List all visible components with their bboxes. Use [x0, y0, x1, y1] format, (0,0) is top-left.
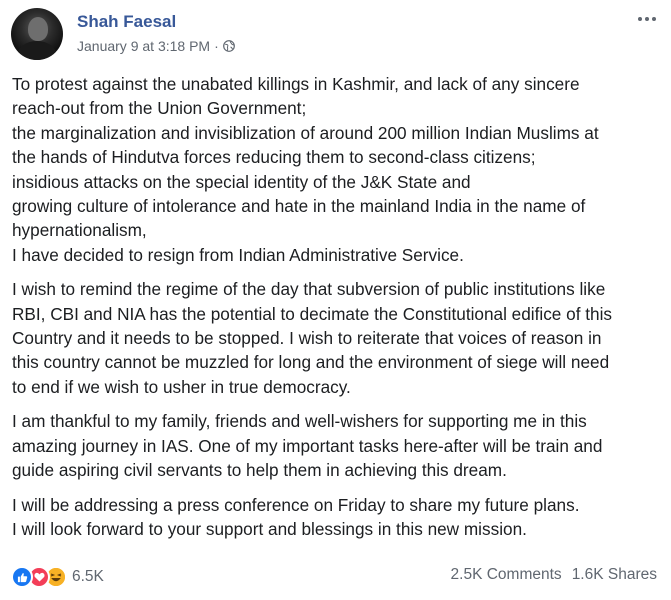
- heart-icon: [33, 572, 45, 582]
- more-dot: [638, 17, 642, 21]
- text-line: this country cannot be muzzled for long …: [12, 352, 610, 373]
- text-line: To protest against the unabated killings…: [12, 74, 580, 94]
- text-line: I wish to remind the regime of the day t…: [12, 279, 606, 300]
- shares-count-link[interactable]: 1.6K Shares: [572, 566, 657, 584]
- text-line: to end if we wish to usher in true democ…: [12, 376, 351, 397]
- thumbs-up-icon: [17, 572, 27, 582]
- text-line: reach-out from the Union Government;: [12, 98, 307, 119]
- globe-icon[interactable]: [222, 40, 235, 52]
- post-text: To protest against the unabated killings…: [12, 72, 662, 551]
- text-line: I will look forward to your support and …: [12, 518, 527, 539]
- text-line: guide aspiring civil servants to help th…: [12, 460, 507, 481]
- post-footer: 6.5K 2.5K Comments 1.6K Shares: [11, 566, 661, 590]
- reactions-summary[interactable]: 6.5K: [11, 566, 104, 588]
- facebook-post: Shah Faesal January 9 at 3:18 PM · To pr…: [0, 0, 671, 600]
- more-dot: [652, 17, 656, 21]
- text-line: I have decided to resign from Indian Adm…: [12, 244, 464, 265]
- author-name[interactable]: Shah Faesal: [77, 12, 176, 32]
- text-line: insidious attacks on the special identit…: [12, 171, 471, 192]
- avatar[interactable]: [11, 8, 63, 60]
- reactions-count: 6.5K: [72, 568, 104, 585]
- avatar-head: [28, 17, 48, 41]
- post-header: Shah Faesal January 9 at 3:18 PM ·: [11, 8, 661, 62]
- avatar-body: [17, 41, 57, 60]
- text-line: RBI, CBI and NIA has the potential to de…: [12, 303, 612, 324]
- text-line: amazing journey in IAS. One of my import…: [12, 435, 603, 456]
- post-paragraph: I am thankful to my family, friends and …: [12, 409, 662, 482]
- text-line: hypernationalism,: [12, 220, 147, 241]
- text-line: Country and it needs to be stopped. I wi…: [12, 328, 602, 349]
- text-line: I will be addressing a press conference …: [12, 494, 580, 515]
- post-meta: January 9 at 3:18 PM ·: [77, 38, 235, 54]
- comments-count-link[interactable]: 2.5K Comments: [451, 566, 562, 584]
- more-dot: [645, 17, 649, 21]
- text-line: the hands of Hindutva forces reducing th…: [12, 147, 536, 168]
- text-line: the marginalization and invisiblization …: [12, 122, 599, 143]
- post-paragraph: To protest against the unabated killings…: [12, 72, 662, 267]
- post-timestamp[interactable]: January 9 at 3:18 PM: [77, 38, 210, 54]
- text-line: growing culture of intolerance and hate …: [12, 196, 586, 217]
- post-stats: 2.5K Comments 1.6K Shares: [451, 566, 657, 584]
- more-options-icon[interactable]: [635, 10, 659, 28]
- post-paragraph: I wish to remind the regime of the day t…: [12, 277, 662, 399]
- text-line: I am thankful to my family, friends and …: [12, 411, 587, 432]
- like-icon: [11, 566, 33, 588]
- post-paragraph: I will be addressing a press conference …: [12, 493, 662, 542]
- meta-separator: ·: [214, 38, 219, 54]
